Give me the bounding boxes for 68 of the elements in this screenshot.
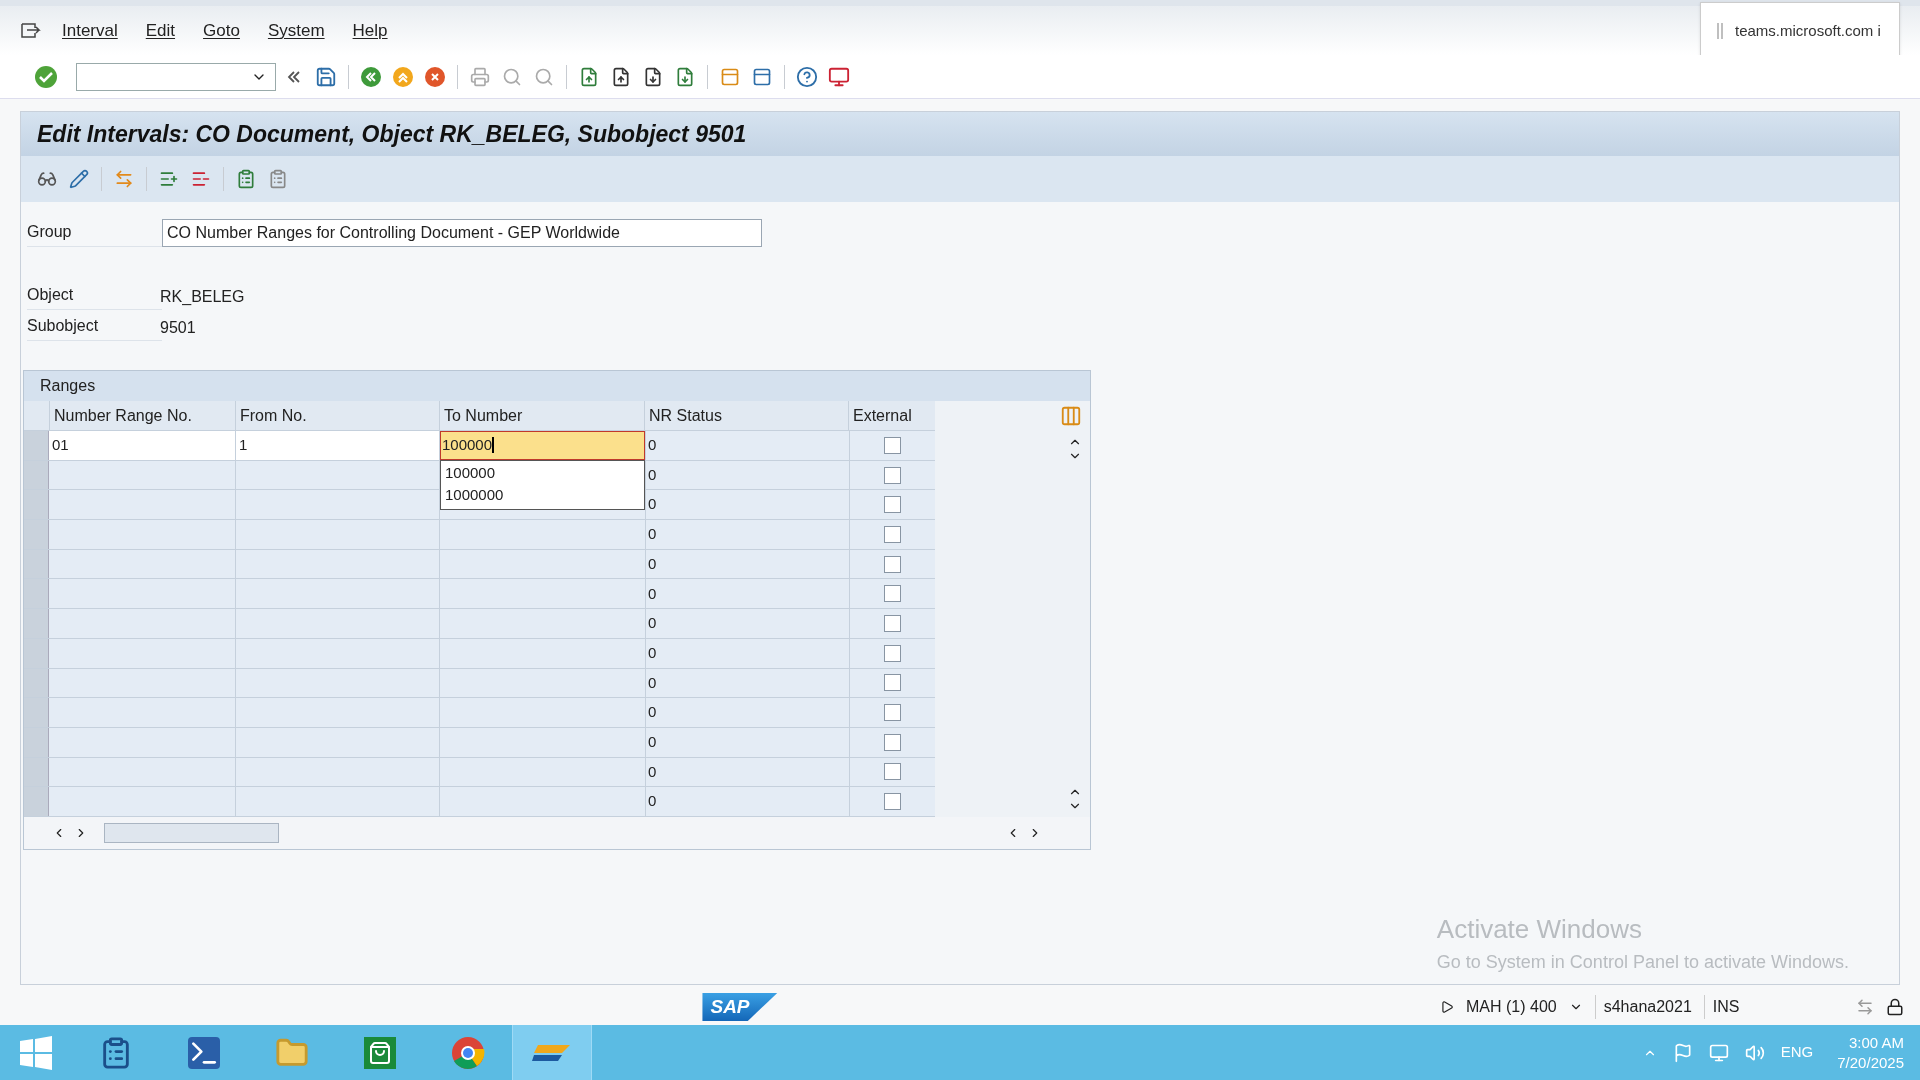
grip-icon — [1717, 23, 1723, 39]
field-value: 9501 — [160, 317, 196, 338]
table-cell[interactable]: 01 — [49, 431, 235, 460]
table-cell[interactable]: 100000 — [440, 431, 645, 460]
column-header[interactable]: NR Status — [644, 401, 848, 430]
column-settings-icon[interactable] — [1060, 405, 1082, 427]
table-cell: 0 — [645, 609, 849, 638]
taskbar-sap-icon[interactable] — [512, 1025, 592, 1080]
lock-icon[interactable] — [1886, 998, 1904, 1016]
field-label: Subobject — [27, 314, 162, 341]
column-header[interactable]: Number Range No. — [49, 401, 235, 430]
checkbox[interactable] — [884, 585, 901, 603]
suggestion-item[interactable]: 100000 — [441, 462, 644, 485]
table-cell: 0 — [645, 757, 849, 787]
table-cell: 0 — [645, 698, 849, 727]
notification-text: teams.microsoft.com i — [1735, 20, 1881, 41]
table-cell: 0 — [645, 787, 849, 816]
activation-title: Activate Windows — [1436, 913, 1643, 946]
table-cell: 0 — [645, 520, 849, 549]
menu-item[interactable]: Interval — [62, 17, 118, 44]
table-cell: 0 — [645, 460, 849, 490]
table-cell: 0 — [645, 579, 849, 609]
input-mode: INS — [1703, 995, 1740, 1019]
table-cell[interactable]: 1 — [235, 431, 439, 460]
checkbox[interactable] — [884, 614, 901, 632]
table-cell: 0 — [645, 638, 849, 668]
menu-item[interactable]: Edit — [145, 17, 176, 44]
scrollbar-thumb[interactable] — [104, 822, 279, 843]
text-cursor — [492, 437, 495, 454]
checkbox[interactable] — [884, 704, 901, 722]
checkbox[interactable] — [884, 466, 901, 484]
suggestion-item[interactable]: 1000000 — [441, 484, 644, 507]
speaker-icon[interactable] — [1744, 1042, 1765, 1063]
windows-logo-icon[interactable] — [18, 1034, 54, 1071]
arrows-icon[interactable] — [1856, 998, 1874, 1016]
menu-item[interactable]: Help — [352, 17, 388, 44]
table-cell: 0 — [645, 431, 849, 460]
table-title: Ranges — [40, 376, 96, 396]
field-value: RK_BELEG — [160, 286, 245, 307]
field-label: Object — [27, 283, 162, 310]
menu-item[interactable]: System — [267, 17, 325, 44]
checkbox[interactable] — [884, 763, 901, 781]
server-name: s4hana2021 — [1594, 995, 1692, 1019]
checkbox[interactable] — [884, 525, 901, 543]
checkbox[interactable] — [884, 496, 901, 514]
checkbox[interactable] — [884, 793, 901, 811]
checkbox[interactable] — [884, 733, 901, 751]
column-header[interactable]: External — [848, 401, 934, 430]
menu-icon[interactable] — [20, 21, 42, 40]
checkbox[interactable] — [884, 644, 901, 662]
table-cell: 0 — [645, 668, 849, 698]
checkbox[interactable] — [884, 436, 901, 454]
checkbox[interactable] — [884, 555, 901, 573]
network-icon[interactable] — [1708, 1042, 1729, 1063]
session-info[interactable]: MAH (1) 400 — [1466, 995, 1557, 1019]
activation-text: Go to System in Control Panel to activate Windows. — [1436, 951, 1849, 974]
table-cell: 0 — [645, 490, 849, 520]
menu-item[interactable]: Goto — [203, 17, 240, 44]
command-field[interactable] — [76, 62, 276, 91]
column-header[interactable]: To Number — [439, 401, 644, 430]
column-header[interactable]: From No. — [235, 401, 439, 430]
checkbox[interactable] — [884, 674, 901, 692]
group-field[interactable]: CO Number Ranges for Controlling Document - GEP Worldwide — [162, 219, 762, 247]
screen-title: Edit Intervals: CO Document, Object RK_BELEG, Subobject 9501 — [37, 119, 747, 149]
table-cell: 0 — [645, 549, 849, 579]
play-icon[interactable] — [1440, 1000, 1454, 1014]
sap-logo: SAP — [702, 992, 778, 1022]
table-cell: 0 — [645, 727, 849, 757]
